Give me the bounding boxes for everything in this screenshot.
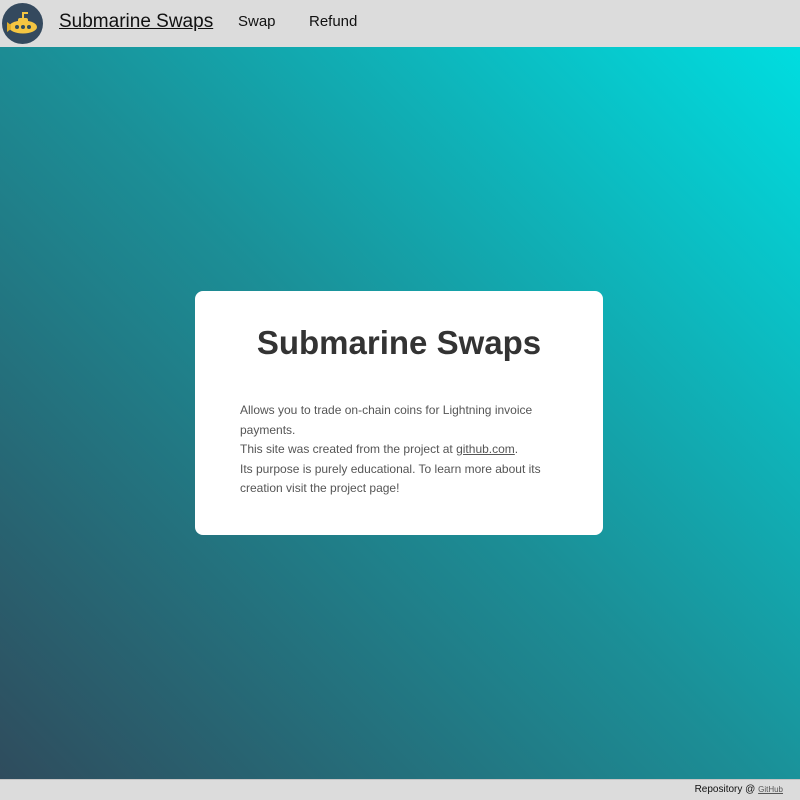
description-line-2-prefix: This site was created from the project a… [240, 442, 457, 456]
footer-prefix: Repository @ [694, 784, 759, 795]
card-title: Submarine Swaps [256, 324, 542, 361]
footer-github-link[interactable]: GitHub [758, 785, 783, 794]
nav-refund-link[interactable]: Refund [309, 13, 357, 30]
card-description: Allows you to trade on-chain coins for L… [240, 401, 558, 499]
description-line-3: Its purpose is purely educational. To le… [240, 461, 541, 496]
footer-bar: Repository @ GitHub [0, 779, 800, 800]
description-line-2-suffix: . [514, 442, 519, 456]
submarine-icon[interactable] [2, 3, 43, 44]
intro-card: Submarine Swaps Allows you to trade on-c… [195, 291, 603, 535]
footer-repository-text: Repository @ GitHub [695, 784, 783, 795]
top-navbar: Submarine Swaps Swap Refund [0, 0, 800, 47]
nav-swap-link[interactable]: Swap [238, 13, 276, 30]
page: Submarine Swaps Swap Refund Submarine Sw… [0, 0, 800, 800]
github-link[interactable]: github.com [456, 442, 515, 456]
brand-link[interactable]: Submarine Swaps [59, 11, 213, 33]
description-line-1: Allows you to trade on-chain coins for L… [240, 403, 533, 437]
